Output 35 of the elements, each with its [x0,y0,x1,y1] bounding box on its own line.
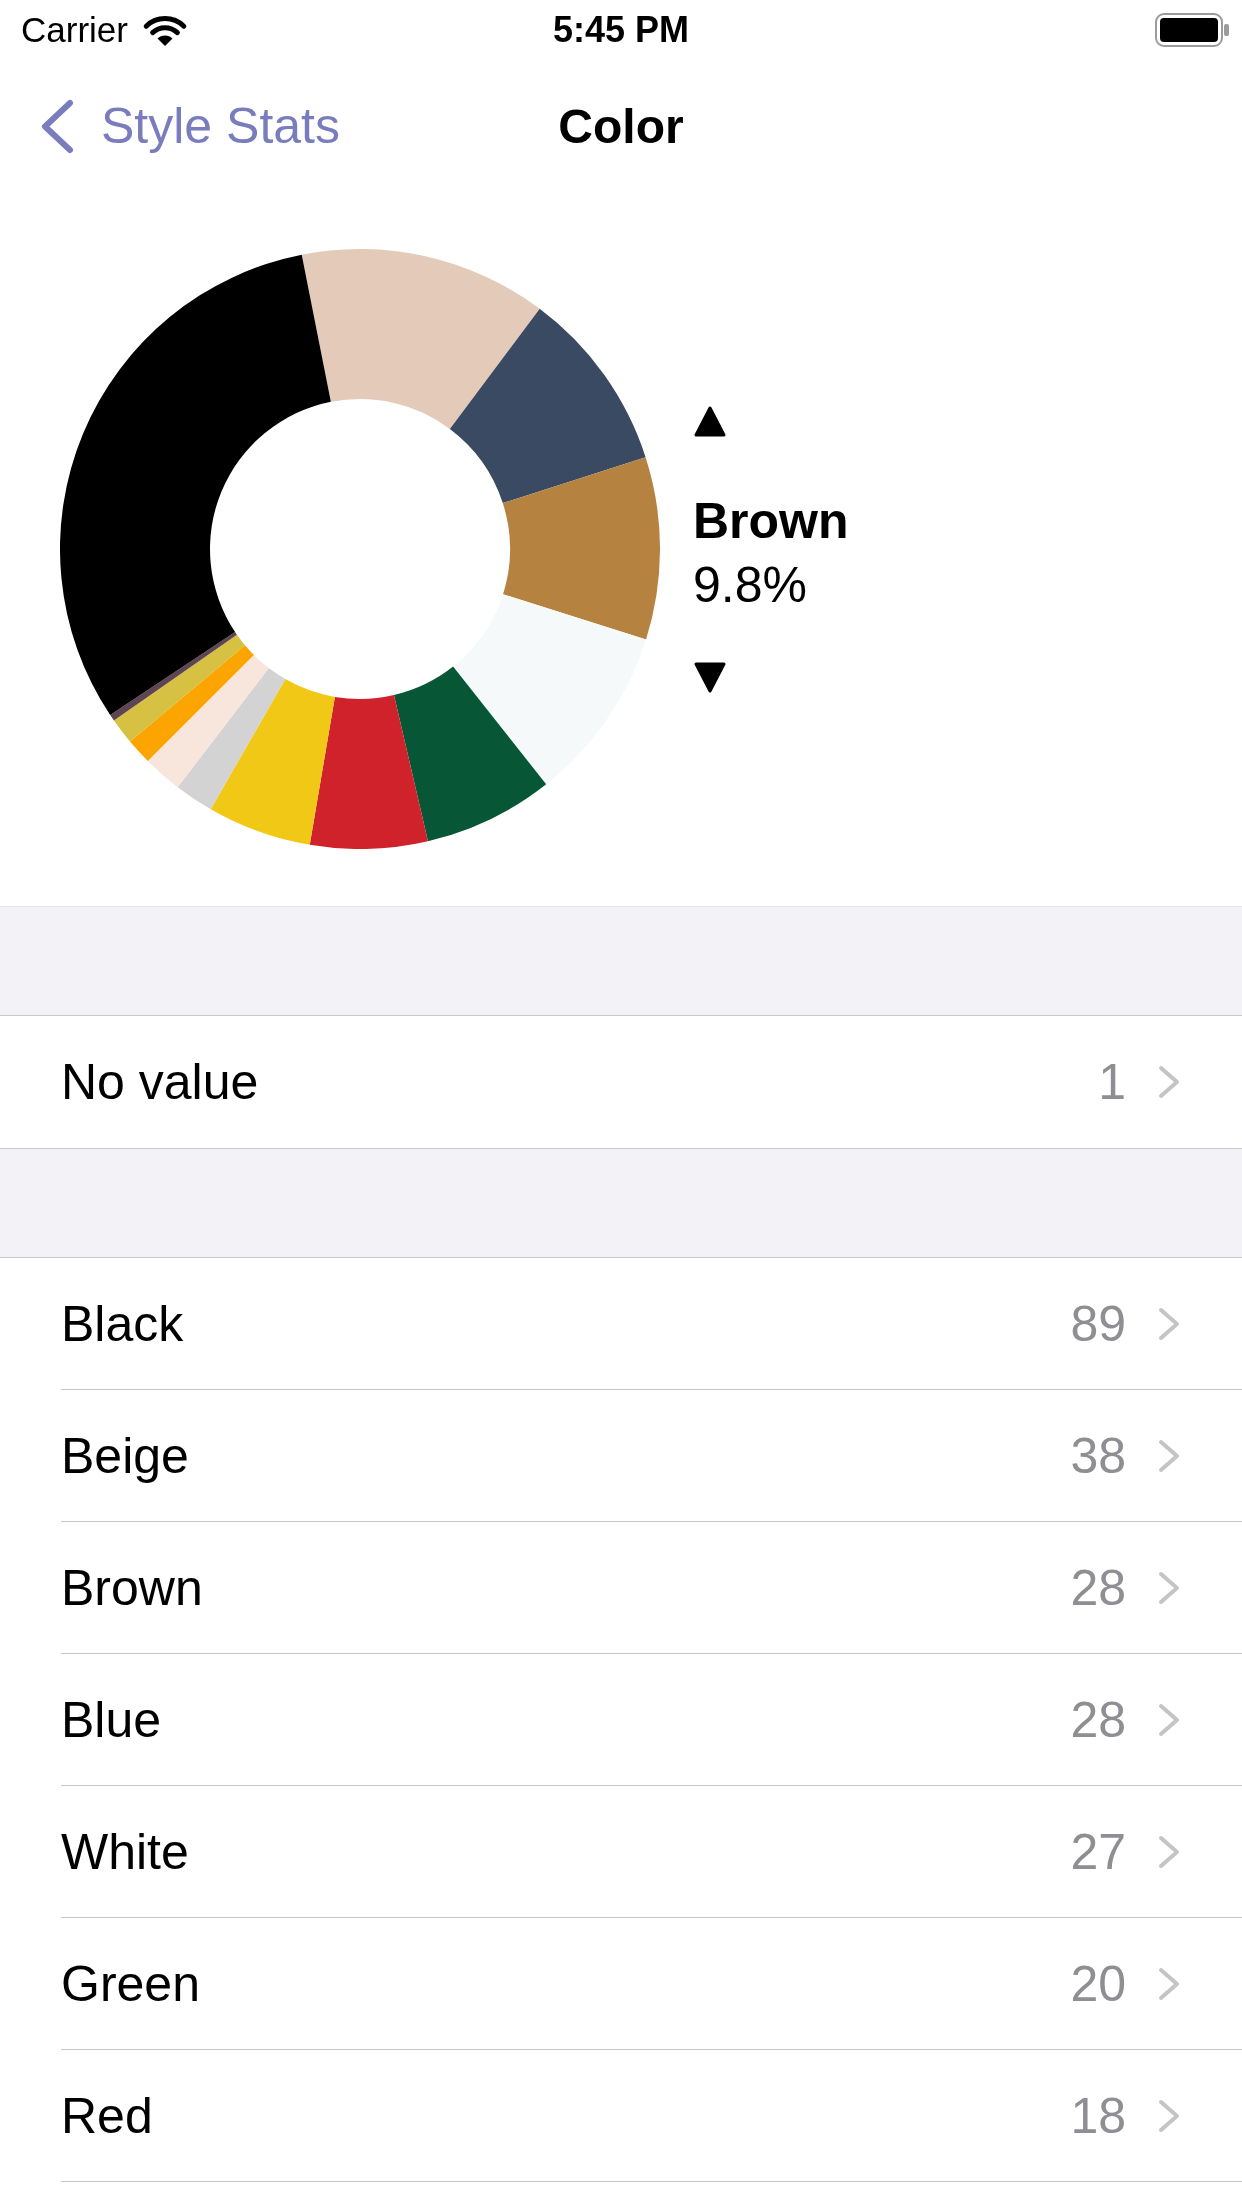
chevron-icon [1158,1702,1180,1737]
row-count: 28 [1070,1690,1126,1749]
carrier-label: Carrier [21,10,128,50]
row-label: Green [61,1954,200,2013]
row-count: 18 [1070,2086,1126,2145]
down-triangle-icon[interactable] [693,660,727,694]
status-time: 5:45 PM [552,9,690,51]
battery-icon [1155,13,1229,47]
row-count: 38 [1070,1426,1126,1485]
screen-title: Color [558,98,684,154]
chevron-icon [1158,1306,1180,1341]
back-button[interactable]: Style Stats [40,97,340,155]
row-label: Black [61,1294,184,1353]
row-label: White [61,1822,189,1881]
chevron-icon [1158,2098,1180,2133]
row-count: 20 [1070,1954,1126,2013]
row-count: 27 [1070,1822,1126,1881]
chevron-icon [1158,1065,1180,1099]
selected-color-percent: 9.8% [693,555,807,615]
wifi-icon [141,13,188,47]
chevron-icon [1158,1570,1180,1605]
chevron-icon [1158,1438,1180,1473]
selected-color-name: Brown [693,491,849,551]
row-label: No value [61,1053,259,1111]
chevron-icon [1158,1834,1180,1869]
row-count: 1 [1098,1053,1126,1111]
back-chevron-icon [40,98,74,154]
row-label: Red [61,2086,153,2145]
row-label: Beige [61,1426,189,1485]
row-label: Blue [61,1690,162,1749]
row-count: 89 [1070,1294,1126,1353]
row-count: 28 [1070,1558,1126,1617]
row-label: Brown [61,1558,203,1617]
chevron-icon [1158,1966,1180,2001]
up-triangle-icon[interactable] [693,404,727,438]
